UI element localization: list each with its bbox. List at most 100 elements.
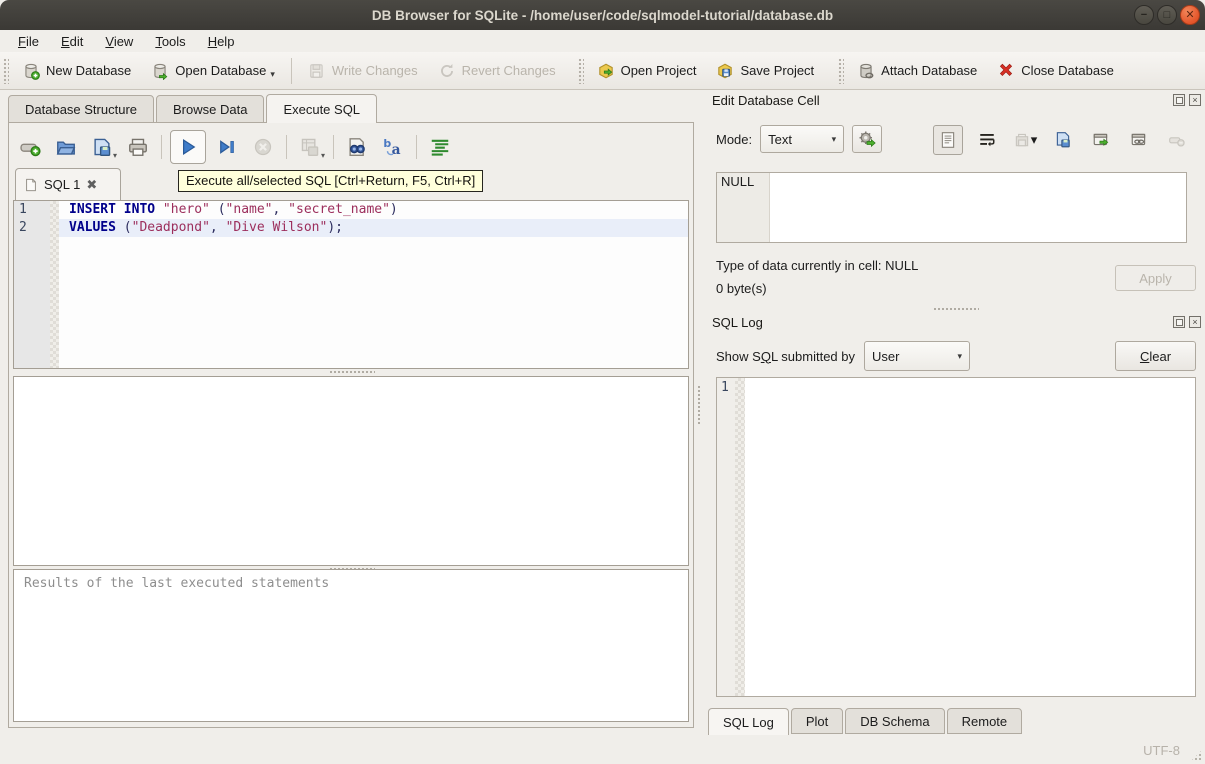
svg-text:b: b: [383, 137, 391, 150]
auto-switch-mode-button[interactable]: [852, 125, 882, 153]
find-replace-icon: ba: [382, 136, 404, 158]
sql-tab-close-icon[interactable]: ✖: [86, 177, 97, 193]
open-database-button[interactable]: Open Database ▾: [141, 57, 285, 85]
menu-edit[interactable]: Edit: [51, 32, 93, 51]
tab-db-schema[interactable]: DB Schema: [845, 708, 944, 734]
save-results-button[interactable]: ▾: [295, 132, 325, 162]
main-toolbar: New Database Open Database ▾ Write Chang…: [0, 52, 1205, 90]
revert-changes-button[interactable]: Revert Changes: [428, 57, 566, 85]
close-dock-icon[interactable]: ×: [1189, 316, 1201, 328]
results-message-pane[interactable]: Results of the last executed statements: [13, 569, 689, 722]
toolbar-drag-handle[interactable]: [578, 58, 584, 84]
cell-value-editor[interactable]: NULL: [716, 172, 1187, 243]
execute-sql-button[interactable]: [170, 130, 206, 164]
sql-1-tab-label: SQL 1: [44, 177, 80, 192]
cell-editor-icon-row: ▾: [933, 125, 1205, 155]
find-replace-button[interactable]: ba: [378, 132, 408, 162]
export-data-button[interactable]: [1049, 126, 1077, 154]
import-data-button[interactable]: ▾: [1011, 126, 1039, 154]
results-grid-pane[interactable]: [13, 376, 689, 566]
close-dock-icon[interactable]: ×: [1189, 94, 1201, 106]
clear-log-button[interactable]: Clear: [1115, 341, 1196, 371]
toolbar-drag-handle[interactable]: [838, 58, 844, 84]
write-changes-button[interactable]: Write Changes: [298, 57, 428, 85]
new-database-button[interactable]: New Database: [12, 57, 141, 85]
code-line[interactable]: 2VALUES ("Deadpond", "Dive Wilson");: [14, 219, 688, 237]
mode-label: Mode:: [716, 132, 752, 147]
toolbar-separator: [291, 58, 292, 84]
new-database-label: New Database: [46, 63, 131, 78]
sql-editor-lines: 1INSERT INTO "hero" ("name", "secret_nam…: [14, 201, 688, 237]
sql-editor[interactable]: 1INSERT INTO "hero" ("name", "secret_nam…: [13, 200, 689, 369]
attach-database-button[interactable]: Attach Database: [847, 57, 987, 85]
sql-toolbar-separator: [416, 135, 417, 159]
edit-cell-dock-title: Edit Database Cell: [712, 93, 820, 108]
attach-database-label: Attach Database: [881, 63, 977, 78]
log-line-number: 1: [721, 380, 729, 395]
sql-log-view[interactable]: 1: [716, 377, 1196, 697]
code-line[interactable]: 1INSERT INTO "hero" ("name", "secret_nam…: [14, 201, 688, 219]
cell-size-info: 0 byte(s): [716, 281, 767, 296]
tab-database-structure[interactable]: Database Structure: [8, 95, 154, 123]
menu-view[interactable]: View: [95, 32, 143, 51]
tab-remote[interactable]: Remote: [947, 708, 1023, 734]
tab-sql-log[interactable]: SQL Log: [708, 708, 789, 735]
close-button[interactable]: ✕: [1180, 5, 1200, 25]
editor-results-splitter[interactable]: [329, 370, 375, 375]
set-null-icon: [1168, 131, 1186, 149]
float-dock-icon[interactable]: [1173, 94, 1185, 106]
open-external-icon: [1092, 131, 1110, 149]
apply-button[interactable]: Apply: [1115, 265, 1196, 291]
new-sql-tab-button[interactable]: [15, 132, 45, 162]
copy-link-button[interactable]: [1125, 126, 1153, 154]
tab-browse-data[interactable]: Browse Data: [156, 95, 264, 123]
open-sql-file-button[interactable]: [51, 132, 81, 162]
open-database-label: Open Database: [175, 63, 266, 78]
open-in-external-button[interactable]: [1087, 126, 1115, 154]
link-window-icon: [1130, 131, 1148, 149]
log-fold-margin: [735, 378, 745, 696]
save-sql-dropdown-caret[interactable]: ▾: [113, 151, 117, 160]
tab-execute-sql[interactable]: Execute SQL: [266, 94, 377, 123]
sql-submitter-combobox[interactable]: User ▾: [864, 341, 970, 371]
export-save-icon: [1054, 131, 1072, 149]
mode-combobox[interactable]: Text ▾: [760, 125, 844, 153]
menu-tools[interactable]: Tools: [145, 32, 195, 51]
sql-toolbar-separator: [161, 135, 162, 159]
open-project-button[interactable]: Open Project: [587, 57, 707, 85]
new-sql-tab-icon: [19, 136, 41, 158]
menu-help[interactable]: Help: [198, 32, 245, 51]
save-sql-file-button[interactable]: ▾: [87, 132, 117, 162]
sql-toolbar-separator: [333, 135, 334, 159]
execute-current-line-button[interactable]: [212, 132, 242, 162]
tab-plot[interactable]: Plot: [791, 708, 843, 734]
print-sql-button[interactable]: [123, 132, 153, 162]
set-null-button[interactable]: [1163, 126, 1191, 154]
chevron-down-icon: ▾: [957, 351, 962, 362]
float-dock-icon[interactable]: [1173, 316, 1185, 328]
menu-file[interactable]: File: [8, 32, 49, 51]
minimize-button[interactable]: −: [1134, 5, 1154, 25]
close-database-button[interactable]: Close Database: [987, 57, 1124, 85]
new-database-icon: [22, 62, 40, 80]
maximize-button[interactable]: □: [1157, 5, 1177, 25]
open-database-dropdown-caret[interactable]: ▾: [270, 69, 275, 80]
encoding-indicator[interactable]: UTF-8: [1143, 743, 1180, 758]
print-cell-button[interactable]: [1201, 126, 1205, 154]
chevron-down-icon: ▾: [832, 134, 837, 145]
save-project-button[interactable]: Save Project: [706, 57, 824, 85]
close-database-label: Close Database: [1021, 63, 1114, 78]
titlebar[interactable]: DB Browser for SQLite - /home/user/code/…: [0, 0, 1205, 30]
format-sql-button[interactable]: [425, 132, 455, 162]
sql-1-tab[interactable]: SQL 1 ✖: [15, 168, 121, 200]
dock-splitter[interactable]: [933, 307, 979, 312]
apply-button-label: Apply: [1139, 271, 1172, 286]
main-vertical-splitter[interactable]: [697, 385, 702, 425]
word-wrap-button[interactable]: [973, 126, 1001, 154]
stop-icon: [253, 137, 273, 157]
text-view-button[interactable]: [933, 125, 963, 155]
toolbar-drag-handle[interactable]: [3, 58, 9, 84]
find-button[interactable]: [342, 132, 372, 162]
stop-sql-button[interactable]: [248, 132, 278, 162]
save-project-icon: [716, 62, 734, 80]
